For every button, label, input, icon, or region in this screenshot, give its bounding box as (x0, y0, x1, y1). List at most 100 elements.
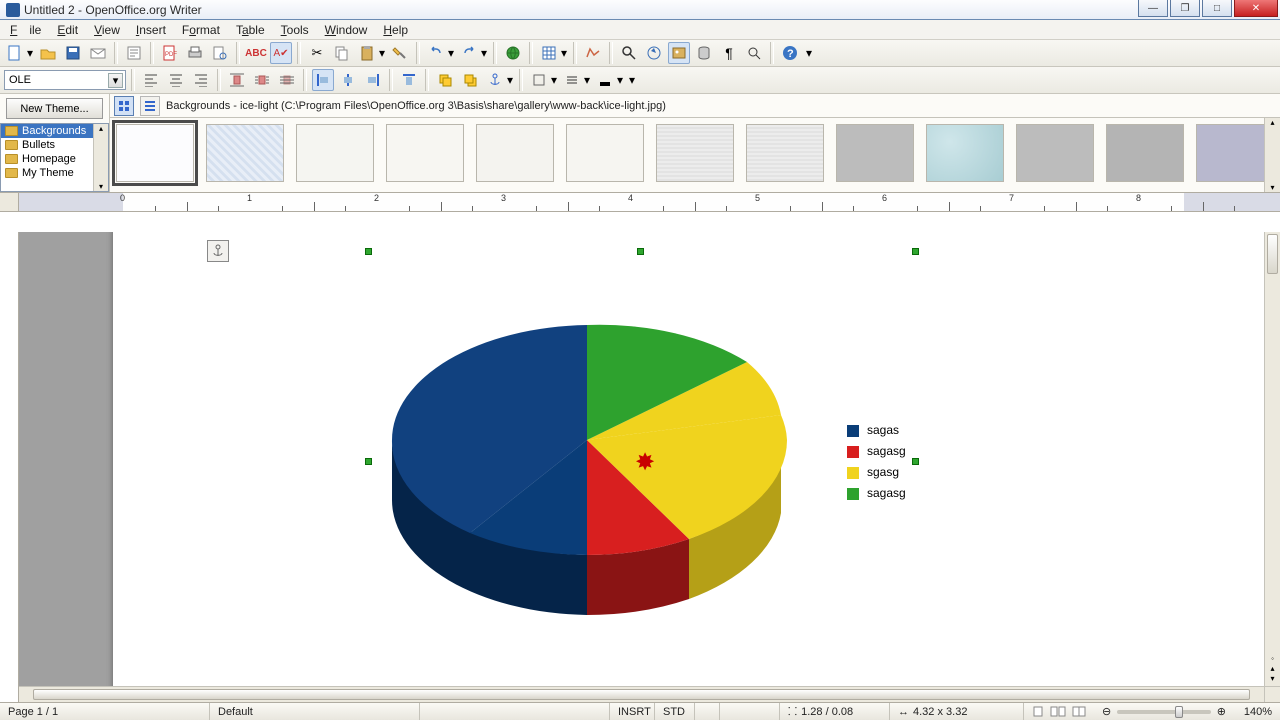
borders-dropdown[interactable]: ▾ (550, 69, 558, 91)
linestyle-dropdown[interactable]: ▾ (583, 69, 591, 91)
theme-item-bullets[interactable]: Bullets (1, 138, 108, 152)
align-center-button[interactable] (165, 69, 187, 91)
zoom-slider[interactable]: ⊖ ⊕ (1094, 703, 1234, 720)
navigator-button[interactable] (643, 42, 665, 64)
edit-file-button[interactable] (123, 42, 145, 64)
selection-handle[interactable] (637, 248, 644, 255)
menu-view[interactable]: View (88, 21, 126, 39)
undo-dropdown[interactable]: ▾ (447, 42, 455, 64)
gallery-thumb[interactable] (746, 124, 824, 182)
status-selmode[interactable]: STD (655, 703, 695, 720)
email-button[interactable] (87, 42, 109, 64)
toolbar2-overflow[interactable]: ▾ (627, 69, 637, 91)
icon-view-button[interactable] (114, 96, 134, 116)
paste-button[interactable] (356, 42, 378, 64)
menu-window[interactable]: Window (319, 21, 374, 39)
format-paintbrush-button[interactable] (389, 42, 411, 64)
status-view-layout[interactable] (1024, 703, 1094, 720)
menu-tools[interactable]: Tools (275, 21, 315, 39)
table-dropdown[interactable]: ▾ (560, 42, 568, 64)
data-sources-button[interactable] (693, 42, 715, 64)
open-button[interactable] (37, 42, 59, 64)
nonprinting-chars-button[interactable]: ¶ (718, 42, 740, 64)
toolbar-overflow[interactable]: ▾ (804, 42, 814, 64)
menu-file[interactable]: File (4, 21, 47, 39)
align-h-center-button[interactable] (337, 69, 359, 91)
gallery-thumb[interactable] (116, 124, 194, 182)
minimize-button[interactable]: — (1138, 0, 1168, 17)
detail-view-button[interactable] (140, 96, 160, 116)
align-h-left-button[interactable] (312, 69, 334, 91)
gallery-theme-list[interactable]: Backgrounds Bullets Homepage My Theme ▴▾ (0, 123, 109, 192)
redo-dropdown[interactable]: ▾ (480, 42, 488, 64)
new-theme-button[interactable]: New Theme... (6, 98, 103, 119)
table-button[interactable] (538, 42, 560, 64)
horizontal-scrollbar[interactable] (19, 686, 1264, 702)
zoom-button[interactable] (743, 42, 765, 64)
zoom-out-icon[interactable]: ⊖ (1102, 705, 1111, 718)
zoom-in-icon[interactable]: ⊕ (1217, 705, 1226, 718)
horizontal-ruler[interactable]: 012345678 (19, 193, 1280, 212)
gallery-thumb[interactable] (476, 124, 554, 182)
menu-insert[interactable]: Insert (130, 21, 172, 39)
gallery-scrollbar[interactable]: ▴▾ (1264, 118, 1280, 192)
document-viewport[interactable]: ✸ sagas sagasg sgasg sagasg ◦▴▾ (19, 232, 1280, 702)
help-button[interactable]: ? (779, 42, 801, 64)
anchor-dropdown[interactable]: ▾ (506, 69, 514, 91)
borders-button[interactable] (528, 69, 550, 91)
line-style-button[interactable] (561, 69, 583, 91)
gallery-thumb[interactable] (386, 124, 464, 182)
wrap-page-button[interactable] (251, 69, 273, 91)
status-sign[interactable] (720, 703, 780, 720)
show-draw-button[interactable] (582, 42, 604, 64)
align-left-button[interactable] (140, 69, 162, 91)
gallery-thumb[interactable] (656, 124, 734, 182)
maximize-button[interactable]: □ (1202, 0, 1232, 17)
gallery-thumb[interactable] (206, 124, 284, 182)
gallery-thumb[interactable] (926, 124, 1004, 182)
gallery-thumb[interactable] (836, 124, 914, 182)
export-pdf-button[interactable]: PDF (159, 42, 181, 64)
gallery-thumb[interactable] (566, 124, 644, 182)
new-doc-button[interactable] (4, 42, 26, 64)
spellcheck-button[interactable]: ABC (245, 42, 267, 64)
gallery-button[interactable] (668, 42, 690, 64)
chart-object[interactable]: ✸ sagas sagasg sgasg sagasg (207, 240, 937, 665)
vertical-scrollbar[interactable]: ◦▴▾ (1264, 232, 1280, 686)
anchor-button[interactable] (484, 69, 506, 91)
status-insert[interactable]: INSRT (610, 703, 655, 720)
theme-item-backgrounds[interactable]: Backgrounds (1, 124, 108, 138)
status-zoom[interactable]: 140% (1234, 703, 1280, 720)
undo-button[interactable] (425, 42, 447, 64)
print-button[interactable] (184, 42, 206, 64)
paste-dropdown[interactable]: ▾ (378, 42, 386, 64)
menu-format[interactable]: Format (176, 21, 226, 39)
selection-handle[interactable] (365, 248, 372, 255)
send-back-button[interactable] (459, 69, 481, 91)
print-preview-button[interactable] (209, 42, 231, 64)
gallery-thumb[interactable] (1196, 124, 1274, 182)
theme-list-scrollbar[interactable]: ▴▾ (93, 124, 108, 191)
menu-edit[interactable]: Edit (51, 21, 84, 39)
cut-button[interactable]: ✂ (306, 42, 328, 64)
save-button[interactable] (62, 42, 84, 64)
find-replace-button[interactable] (618, 42, 640, 64)
gallery-thumb[interactable] (1016, 124, 1094, 182)
bring-front-button[interactable] (434, 69, 456, 91)
new-doc-dropdown[interactable]: ▾ (26, 42, 34, 64)
close-button[interactable]: ✕ (1234, 0, 1278, 17)
theme-item-mytheme[interactable]: My Theme (1, 166, 108, 180)
align-h-right-button[interactable] (362, 69, 384, 91)
menu-table[interactable]: Table (230, 21, 271, 39)
theme-item-homepage[interactable]: Homepage (1, 152, 108, 166)
restore-button[interactable]: ❐ (1170, 0, 1200, 17)
selection-handle[interactable] (912, 248, 919, 255)
wrap-through-button[interactable] (276, 69, 298, 91)
status-lang[interactable] (420, 703, 610, 720)
wrap-off-button[interactable] (226, 69, 248, 91)
line-color-button[interactable] (594, 69, 616, 91)
redo-button[interactable] (458, 42, 480, 64)
style-combo[interactable]: OLE ▾ (4, 70, 126, 90)
gallery-thumb[interactable] (1106, 124, 1184, 182)
hyperlink-button[interactable] (502, 42, 524, 64)
